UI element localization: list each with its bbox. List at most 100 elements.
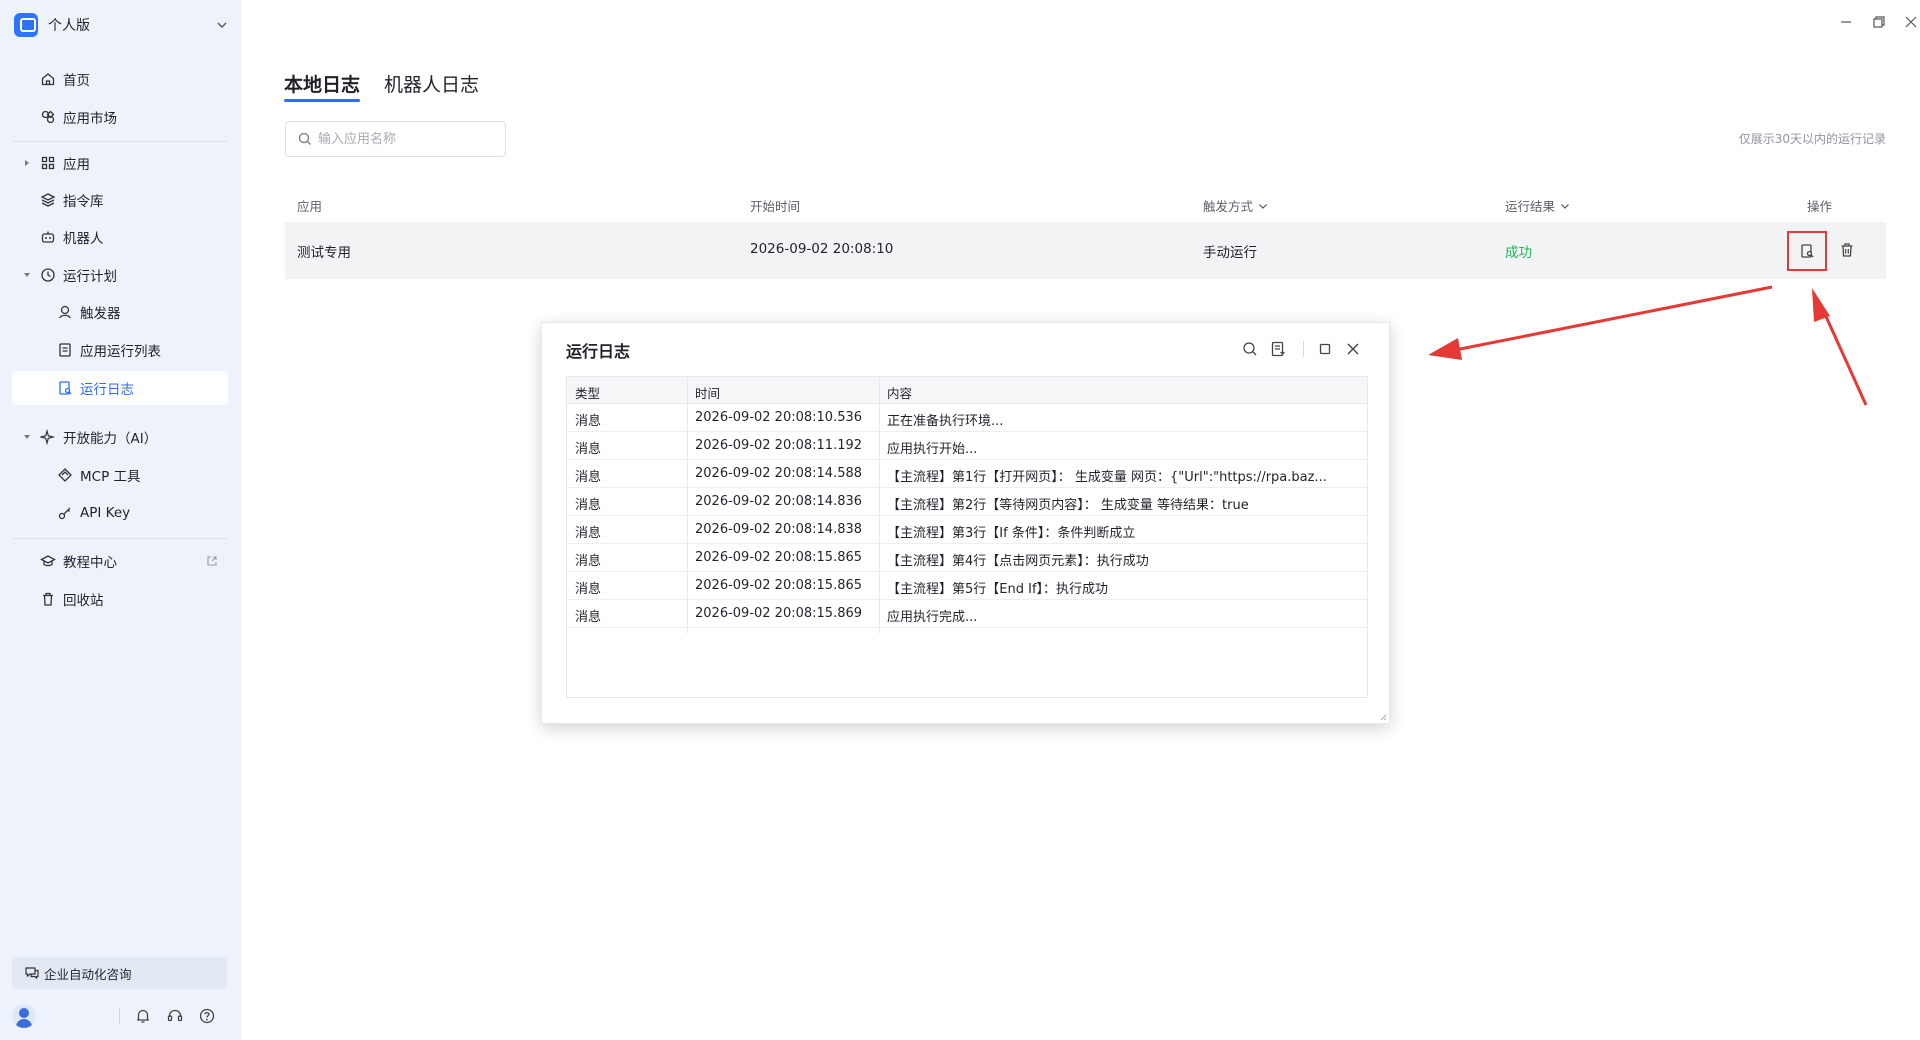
- search-input[interactable]: [318, 131, 498, 147]
- headset-icon[interactable]: [166, 1007, 184, 1025]
- tab-local-log[interactable]: 本地日志: [284, 70, 361, 102]
- consult-label: 企业自动化咨询: [44, 966, 132, 982]
- sidebar-item-run-plan[interactable]: 运行计划: [12, 258, 228, 292]
- column-header-start-time: 开始时间: [750, 199, 801, 214]
- workspace-name: 个人版: [48, 18, 90, 34]
- sidebar-item-open-ai[interactable]: 开放能力（AI）: [12, 420, 228, 454]
- log-cell-time: 2026-09-02 20:08:14.836: [695, 494, 863, 509]
- retention-hint: 仅展示30天以内的运行记录: [1738, 132, 1886, 146]
- sidebar-item-label: 运行日志: [80, 382, 134, 398]
- table-header: 应用 开始时间 触发方式 运行结果 操作: [285, 186, 1886, 222]
- annotation-arrow-up: [1822, 311, 1868, 406]
- search-icon[interactable]: [1241, 340, 1259, 358]
- log-cell-type: 消息: [575, 610, 602, 625]
- column-header-label: 触发方式: [1203, 199, 1254, 214]
- log-cell-type: 消息: [575, 526, 602, 541]
- column-header-trigger[interactable]: 触发方式: [1203, 196, 1269, 215]
- annotation-arrow-left: [1449, 285, 1773, 353]
- maximize-icon[interactable]: [1316, 340, 1334, 358]
- sidebar-item-tutorial-center[interactable]: 教程中心: [12, 544, 228, 578]
- cell-trigger: 手动运行: [1203, 245, 1257, 261]
- sidebar-item-label: 回收站: [63, 593, 104, 609]
- close-icon[interactable]: [1903, 14, 1919, 30]
- log-cell-type: 消息: [575, 554, 602, 569]
- caret-down-icon: [24, 435, 30, 439]
- log-cell-type: 消息: [575, 442, 602, 457]
- restore-icon[interactable]: [1871, 14, 1887, 30]
- help-icon[interactable]: [198, 1007, 216, 1025]
- resize-handle-icon[interactable]: [1379, 713, 1387, 721]
- avatar[interactable]: [12, 1004, 36, 1028]
- bell-icon[interactable]: [134, 1007, 152, 1025]
- log-cell-content: 【主流程】第3行【If 条件】：条件判断成立: [887, 526, 1136, 541]
- table-row[interactable]: 测试专用 2026-09-02 20:08:10 手动运行 成功: [285, 222, 1886, 279]
- log-cell-content: 应用执行完成...: [887, 610, 978, 625]
- log-cell-time: 2026-09-02 20:08:15.869: [695, 606, 863, 621]
- sidebar-item-home[interactable]: 首页: [12, 62, 228, 96]
- sidebar-item-api-key[interactable]: API Key: [12, 496, 228, 530]
- delete-icon[interactable]: [1838, 241, 1856, 259]
- sidebar-item-label: 机器人: [63, 231, 104, 247]
- sidebar-item-label: 触发器: [80, 306, 121, 322]
- divider: [119, 1008, 120, 1024]
- divider: [12, 141, 228, 142]
- home-icon: [41, 73, 55, 86]
- sidebar-item-mcp-tools[interactable]: MCP 工具: [12, 458, 228, 492]
- cell-start-time: 2026-09-02 20:08:10: [750, 241, 894, 257]
- column-header-type: 类型: [575, 386, 601, 401]
- log-cell-time: 2026-09-02 20:08:15.865: [695, 550, 863, 565]
- sidebar-item-label: MCP 工具: [80, 469, 141, 485]
- column-divider: [879, 377, 880, 633]
- sidebar-item-label: 应用市场: [63, 111, 117, 127]
- sidebar-item-robot[interactable]: 机器人: [12, 220, 228, 254]
- sidebar-item-app-run-list[interactable]: 应用运行列表: [12, 333, 228, 367]
- sparkle-icon: [40, 429, 56, 445]
- chevron-down-icon: [217, 22, 227, 28]
- arrowhead: [1428, 338, 1462, 360]
- log-cell-content: 【主流程】第1行【打开网页】： 生成变量 网页：{"Url":"https://…: [887, 470, 1327, 485]
- sidebar-item-app-market[interactable]: 应用市场: [12, 100, 228, 134]
- log-cell-time: 2026-09-02 20:08:15.865: [695, 578, 863, 593]
- grid-icon: [41, 156, 55, 170]
- sidebar-item-trigger[interactable]: 触发器: [12, 295, 228, 329]
- sidebar-item-run-log[interactable]: 运行日志: [12, 371, 228, 405]
- caret-down-icon: [24, 273, 30, 277]
- cell-app: 测试专用: [297, 245, 351, 261]
- tab-robot-log[interactable]: 机器人日志: [384, 70, 479, 100]
- log-cell-time: 2026-09-02 20:08:10.536: [695, 410, 863, 425]
- log-cell-type: 消息: [575, 582, 602, 597]
- app-search-box[interactable]: [285, 121, 506, 157]
- close-icon[interactable]: [1344, 340, 1362, 358]
- sidebar-item-label: 开放能力（AI）: [63, 431, 158, 447]
- divider: [1303, 341, 1304, 357]
- log-cell-content: 【主流程】第2行【等待网页内容】： 生成变量 等待结果：true: [887, 498, 1249, 513]
- minimize-icon[interactable]: [1838, 14, 1854, 30]
- clock-icon: [41, 268, 55, 282]
- view-log-button[interactable]: [1787, 231, 1827, 271]
- chevron-down-icon: [1259, 203, 1267, 209]
- app-logo-icon: [14, 13, 38, 37]
- column-header-result[interactable]: 运行结果: [1505, 196, 1571, 215]
- robot-icon: [41, 231, 55, 243]
- sidebar-item-label: 应用运行列表: [80, 344, 161, 360]
- sidebar-item-label: 应用: [63, 157, 90, 173]
- column-header-actions: 操作: [1807, 199, 1833, 214]
- log-cell-type: 消息: [575, 470, 602, 485]
- sidebar-item-apps[interactable]: 应用: [12, 146, 228, 180]
- sidebar-item-recycle-bin[interactable]: 回收站: [12, 582, 228, 616]
- workspace-switcher[interactable]: 个人版: [14, 13, 229, 37]
- log-cell-content: 正在准备执行环境...: [887, 414, 1004, 429]
- log-cell-type: 消息: [575, 414, 602, 429]
- export-log-icon[interactable]: [1269, 340, 1287, 358]
- log-cell-content: 应用执行开始...: [887, 442, 978, 457]
- market-icon: [41, 110, 55, 124]
- search-icon: [298, 132, 311, 145]
- list-doc-icon: [59, 343, 71, 357]
- arrowhead: [1812, 288, 1830, 322]
- sidebar-item-command-library[interactable]: 指令库: [12, 183, 228, 217]
- enterprise-consult-button[interactable]: 企业自动化咨询: [12, 957, 227, 989]
- cell-result: 成功: [1505, 245, 1532, 261]
- column-header-content: 内容: [887, 386, 913, 401]
- sidebar-item-label: 运行计划: [63, 269, 117, 285]
- sidebar-item-label: API Key: [80, 505, 131, 521]
